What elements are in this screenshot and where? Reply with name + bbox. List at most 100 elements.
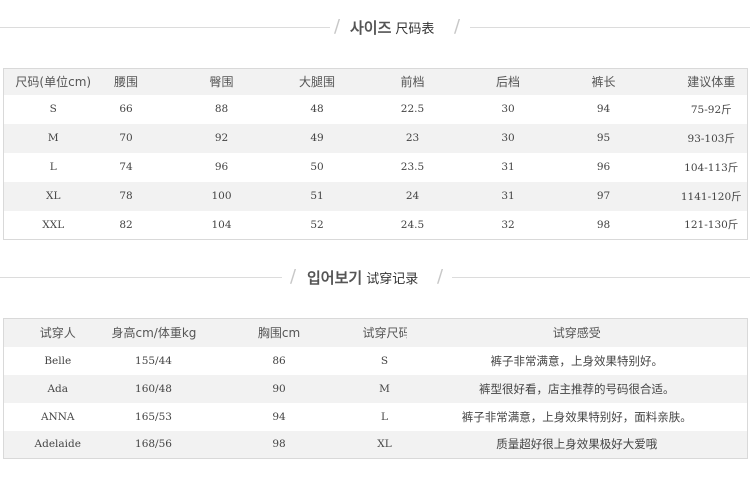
- table-cell: 31: [501, 161, 515, 173]
- size-table-body: 尺码(单位cm) 腰围 臀围 大腿围 前档 后档 裤长 建议体重 S 66 88 48 22.5 30 94…: [3, 68, 748, 240]
- table-cell: 96: [214, 161, 229, 173]
- table-cell: 155/44: [135, 354, 172, 367]
- table-cell: XL: [362, 430, 407, 459]
- slash-right: /: [437, 266, 444, 287]
- table-row: Adelaide 168/56 98 XL 质量超好很上身效果极好大爱哦: [3, 430, 748, 459]
- header-cell: 臀围: [149, 68, 294, 95]
- table-cell: 裤型很好看，店主推荐的号码很合适。: [406, 374, 748, 403]
- table-cell: Ada: [3, 374, 112, 403]
- table-row: XXL 82 104 52 24.5 32 98 121-130斤: [4, 211, 748, 240]
- table-cell: 88: [214, 103, 229, 115]
- table-cell: XL: [3, 181, 103, 211]
- size-section-title-ko: 사이즈: [350, 19, 392, 37]
- table-cell: 24: [340, 181, 485, 211]
- table-cell: 22.5: [400, 103, 425, 115]
- header-cell: 建议体重: [675, 68, 748, 95]
- trial-section-heading: 입어보기 试穿记录: [307, 268, 418, 290]
- header-cell: 腰围: [102, 68, 150, 95]
- trial-table: 试穿人 身高cm/体重kg 胸围cm 试穿尺码 试穿感受 Belle 155/44 86 S 裤子…: [3, 318, 748, 459]
- divider-right: [452, 277, 750, 278]
- slash-left: /: [334, 16, 341, 37]
- table-cell: XXL: [42, 218, 65, 231]
- header-cell: 试穿人: [3, 318, 112, 347]
- table-cell: S: [380, 354, 389, 367]
- table-row: M 70 92 49 23 30 95 93-103斤: [3, 123, 748, 153]
- table-cell: 168/56: [111, 430, 196, 459]
- header-row: 尺码(单位cm) 腰围 臀围 大腿围 前档 后档 裤长 建议体重: [3, 68, 748, 95]
- table-cell: 86: [272, 354, 286, 367]
- slash-left: /: [290, 266, 297, 287]
- table-cell: 95: [531, 123, 676, 153]
- table-cell: 121-130斤: [684, 219, 739, 232]
- table-cell: 66: [119, 103, 133, 115]
- table-cell: 48: [310, 103, 324, 115]
- table-cell: 32: [501, 218, 515, 231]
- trial-table-body: 试穿人 身高cm/体重kg 胸围cm 试穿尺码 试穿感受 Belle 155/44 86 S 裤子…: [3, 318, 748, 459]
- table-cell: 90: [195, 374, 363, 403]
- table-cell: 1141-120斤: [675, 181, 748, 211]
- table-cell: 裤子非常满意，上身效果特别好，面料亲肤。: [461, 409, 692, 424]
- header-cell: 裤长: [531, 68, 676, 95]
- table-cell: 165/53: [135, 410, 172, 423]
- divider-right: [470, 27, 750, 28]
- header-cell: 后档: [484, 68, 532, 95]
- table-cell: L: [381, 410, 388, 423]
- table-cell: 78: [102, 181, 150, 211]
- header-cell: 试穿尺码: [362, 318, 407, 347]
- trial-section-title: / 입어보기 试穿记录 /: [0, 266, 750, 290]
- table-cell: M: [3, 123, 103, 153]
- table-cell: L: [49, 161, 57, 173]
- table-cell: 75-92斤: [690, 103, 732, 116]
- table-row: L 74 96 50 23.5 31 96 104-113斤: [4, 153, 748, 182]
- divider-left: [0, 277, 282, 278]
- table-row: Ada 160/48 90 M 裤型很好看，店主推荐的号码很合适。: [3, 374, 748, 403]
- table-cell: Adelaide: [3, 430, 112, 459]
- size-table: 尺码(单位cm) 腰围 臀围 大腿围 前档 后档 裤长 建议体重 S 66 88 48 22.5 30 94…: [3, 68, 748, 240]
- table-cell: 94: [272, 410, 286, 423]
- size-section-title: / 사이즈 尺码表 /: [0, 16, 750, 40]
- table-cell: 30: [501, 103, 515, 115]
- header-cell: 身高cm/体重kg: [111, 318, 196, 347]
- size-section-title-zh: 尺码表: [395, 22, 435, 37]
- table-cell: 97: [531, 181, 676, 211]
- table-cell: 93-103斤: [675, 123, 748, 153]
- table-cell: 98: [195, 430, 363, 459]
- trial-section-title-zh: 试穿记录: [366, 272, 419, 287]
- table-cell: 23.5: [400, 161, 425, 173]
- table-row: XL 78 100 51 24 31 97 1141-120斤: [3, 181, 748, 211]
- table-cell: 74: [119, 161, 133, 173]
- slash-right: /: [454, 16, 461, 37]
- table-cell: 24.5: [400, 218, 425, 231]
- table-cell: 94: [596, 103, 611, 115]
- table-cell: M: [362, 374, 407, 403]
- table-cell: 82: [119, 218, 133, 231]
- table-cell: ANNA: [40, 410, 75, 423]
- trial-section-title-ko: 입어보기: [307, 269, 363, 287]
- table-cell: Belle: [44, 354, 72, 367]
- table-cell: 100: [149, 181, 294, 211]
- divider-left: [0, 27, 330, 28]
- table-cell: 50: [310, 161, 324, 173]
- header-cell: 胸围cm: [195, 318, 363, 347]
- table-row: ANNA 165/53 94 L 裤子非常满意，上身效果特别好，面料亲肤。: [4, 403, 748, 431]
- table-cell: 96: [596, 161, 611, 173]
- table-cell: 51: [293, 181, 341, 211]
- table-cell: 104-113斤: [684, 161, 739, 174]
- table-cell: 31: [484, 181, 532, 211]
- table-cell: 30: [484, 123, 532, 153]
- table-cell: 98: [596, 218, 611, 231]
- table-cell: 104: [211, 218, 232, 231]
- table-cell: S: [49, 103, 57, 115]
- table-cell: 92: [149, 123, 294, 153]
- table-cell: 裤子非常满意，上身效果特别好。: [490, 353, 664, 368]
- header-cell: 大腿围: [293, 68, 341, 95]
- size-section-heading: 사이즈 尺码表: [350, 18, 434, 40]
- header-cell: 尺码(单位cm): [3, 68, 103, 95]
- table-row: S 66 88 48 22.5 30 94 75-92斤: [4, 95, 748, 124]
- table-cell: 23: [340, 123, 485, 153]
- header-row: 试穿人 身高cm/体重kg 胸围cm 试穿尺码 试穿感受: [3, 318, 748, 347]
- table-cell: 质量超好很上身效果极好大爱哦: [406, 430, 748, 459]
- table-cell: 160/48: [111, 374, 196, 403]
- table-row: Belle 155/44 86 S 裤子非常满意，上身效果特别好。: [4, 347, 748, 375]
- table-cell: 70: [102, 123, 150, 153]
